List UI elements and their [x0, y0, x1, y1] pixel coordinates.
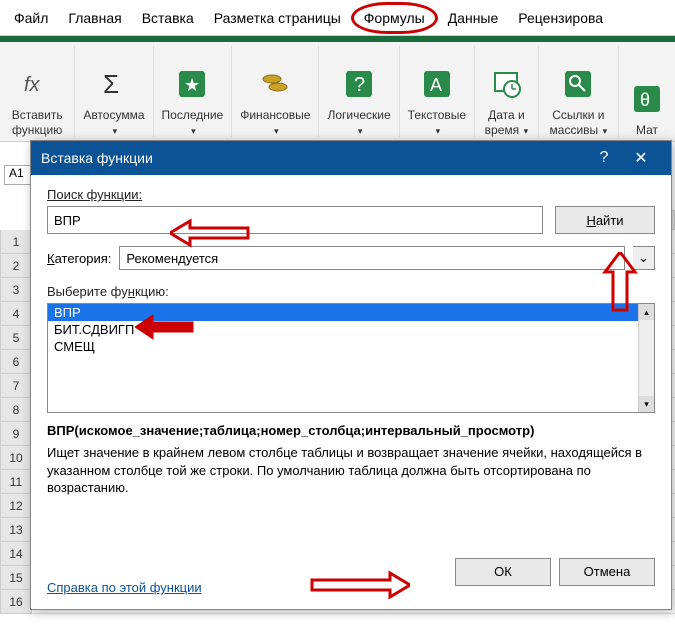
svg-text:?: ? — [354, 74, 365, 96]
row-header[interactable]: 3 — [0, 278, 32, 302]
chevron-down-icon: ▾ — [274, 126, 279, 136]
star-icon: ★ — [172, 64, 212, 104]
function-list-item[interactable]: СМЕЩ — [48, 338, 654, 355]
financial-button[interactable]: Финансовые▾ — [232, 46, 319, 137]
text-a-icon: A — [417, 64, 457, 104]
insert-function-button[interactable]: fx Вставить функцию — [0, 46, 75, 137]
logical-button[interactable]: ? Логические▾ — [319, 46, 399, 137]
category-select[interactable]: Рекомендуется — [119, 246, 625, 270]
ok-button[interactable]: ОК — [455, 558, 551, 586]
find-button[interactable]: Найти — [555, 206, 655, 234]
svg-text:A: A — [430, 75, 442, 95]
row-header[interactable]: 16 — [0, 590, 32, 614]
function-list[interactable]: ВПРБИТ.СДВИГПСМЕЩ ▴ ▾ — [47, 303, 655, 413]
chevron-down-icon: ▾ — [191, 126, 196, 136]
chevron-down-icon: ▾ — [113, 126, 118, 136]
chevron-down-icon: ⌄ — [638, 250, 649, 266]
fx-icon: fx — [17, 64, 57, 104]
insert-function-dialog: Вставка функции ? ✕ Поиск функции: Найти… — [30, 140, 672, 610]
scroll-up-button[interactable]: ▴ — [639, 304, 654, 320]
menu-insert[interactable]: Вставка — [132, 2, 204, 34]
row-header[interactable]: 12 — [0, 494, 32, 518]
chevron-down-icon: ▾ — [521, 126, 528, 136]
lookup-button[interactable]: Ссылки и массивы ▾ — [539, 46, 619, 137]
scroll-down-button[interactable]: ▾ — [639, 396, 654, 412]
row-header[interactable]: 15 — [0, 566, 32, 590]
row-header[interactable]: 8 — [0, 398, 32, 422]
row-header[interactable]: 9 — [0, 422, 32, 446]
function-list-item[interactable]: ВПР — [48, 304, 654, 321]
row-header[interactable]: 4 — [0, 302, 32, 326]
function-list-item[interactable]: БИТ.СДВИГП — [48, 321, 654, 338]
menu-review[interactable]: Рецензирова — [508, 2, 613, 34]
row-header[interactable]: 11 — [0, 470, 32, 494]
chevron-down-icon: ▾ — [358, 126, 363, 136]
chevron-down-icon: ▾ — [436, 126, 441, 136]
category-dropdown-button[interactable]: ⌄ — [633, 246, 655, 270]
text-button[interactable]: A Текстовые▾ — [400, 46, 475, 137]
math-button[interactable]: θ Мат — [619, 46, 675, 137]
select-function-label: Выберите функцию: — [47, 284, 655, 299]
svg-text:fx: fx — [24, 74, 41, 96]
row-header[interactable]: 6 — [0, 350, 32, 374]
clock-icon — [486, 64, 526, 104]
row-header[interactable]: 5 — [0, 326, 32, 350]
menu-bar: Файл Главная Вставка Разметка страницы Ф… — [0, 0, 675, 36]
dialog-title: Вставка функции — [41, 150, 587, 166]
row-header[interactable]: 10 — [0, 446, 32, 470]
datetime-button[interactable]: Дата и время ▾ — [475, 46, 539, 137]
cancel-button[interactable]: Отмена — [559, 558, 655, 586]
row-header[interactable]: 7 — [0, 374, 32, 398]
function-description: Ищет значение в крайнем левом столбце та… — [47, 444, 655, 497]
svg-text:Σ: Σ — [103, 69, 119, 99]
dialog-titlebar[interactable]: Вставка функции ? ✕ — [31, 141, 671, 175]
search-input[interactable] — [47, 206, 543, 234]
search-label: Поиск функции: — [47, 187, 655, 202]
recent-button[interactable]: ★ Последние▾ — [154, 46, 233, 137]
lookup-icon — [558, 64, 598, 104]
menu-file[interactable]: Файл — [4, 2, 58, 34]
svg-text:★: ★ — [184, 75, 200, 95]
row-header[interactable]: 14 — [0, 542, 32, 566]
coins-icon — [255, 64, 295, 104]
menu-data[interactable]: Данные — [438, 2, 509, 34]
function-signature: ВПР(искомое_значение;таблица;номер_столб… — [47, 423, 655, 438]
row-header[interactable]: 2 — [0, 254, 32, 278]
svg-text:θ: θ — [640, 90, 650, 110]
close-button[interactable]: ✕ — [621, 148, 661, 168]
chevron-down-icon: ▾ — [600, 126, 607, 136]
menu-home[interactable]: Главная — [58, 2, 131, 34]
row-header[interactable]: 1 — [0, 230, 32, 254]
menu-formulas[interactable]: Формулы — [351, 2, 438, 34]
sigma-icon: Σ — [94, 64, 134, 104]
autosum-button[interactable]: Σ Автосумма▾ — [75, 46, 153, 137]
ribbon: fx Вставить функцию Σ Автосумма▾ ★ После… — [0, 42, 675, 142]
row-header[interactable]: 13 — [0, 518, 32, 542]
help-button[interactable]: ? — [587, 149, 621, 167]
scrollbar[interactable]: ▴ ▾ — [638, 304, 654, 412]
category-label: Категория: — [47, 251, 111, 266]
help-link[interactable]: Справка по этой функции — [47, 580, 202, 595]
menu-pagelayout[interactable]: Разметка страницы — [204, 2, 351, 34]
question-icon: ? — [339, 64, 379, 104]
theta-icon: θ — [627, 79, 667, 119]
